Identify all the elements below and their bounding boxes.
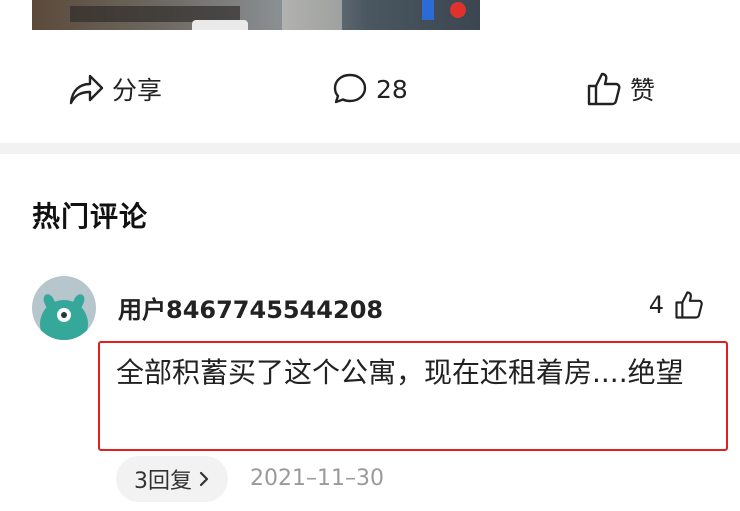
comment-button[interactable]: 28 — [332, 70, 408, 108]
share-label: 分享 — [112, 76, 163, 105]
thumbs-up-icon — [675, 291, 703, 319]
comment-text: 全部积蓄买了这个公寓，现在还租着房....绝望 — [116, 356, 684, 389]
traffic-light-shape — [450, 2, 466, 18]
comment-count: 28 — [376, 74, 408, 104]
like-button[interactable]: 赞 — [586, 70, 655, 108]
comment-date: 2021–11–30 — [250, 466, 384, 491]
comment-username[interactable]: 用户8467745544208 — [118, 290, 383, 325]
avatar-pupil — [61, 312, 67, 318]
share-button[interactable]: 分享 — [68, 70, 162, 108]
share-arrow-icon — [69, 74, 104, 105]
like-label: 赞 — [630, 76, 656, 105]
comment-like-count: 4 — [648, 291, 664, 319]
hot-comments-title: 热门评论 — [32, 200, 149, 233]
speech-bubble-icon — [333, 73, 367, 104]
building-shape — [282, 0, 342, 30]
comment-like-button[interactable]: 4 — [649, 290, 704, 320]
replies-button[interactable]: 3回复 — [116, 456, 228, 502]
road-sign-shape — [422, 0, 434, 20]
section-divider — [0, 143, 740, 154]
avatar[interactable] — [32, 276, 96, 340]
thumbs-up-icon — [587, 72, 621, 106]
replies-label: 3回复 — [134, 469, 192, 494]
car-shape — [192, 20, 248, 30]
post-action-bar: 分享 28 赞 — [0, 56, 740, 122]
post-image[interactable] — [32, 0, 480, 30]
chevron-right-icon — [199, 471, 209, 487]
